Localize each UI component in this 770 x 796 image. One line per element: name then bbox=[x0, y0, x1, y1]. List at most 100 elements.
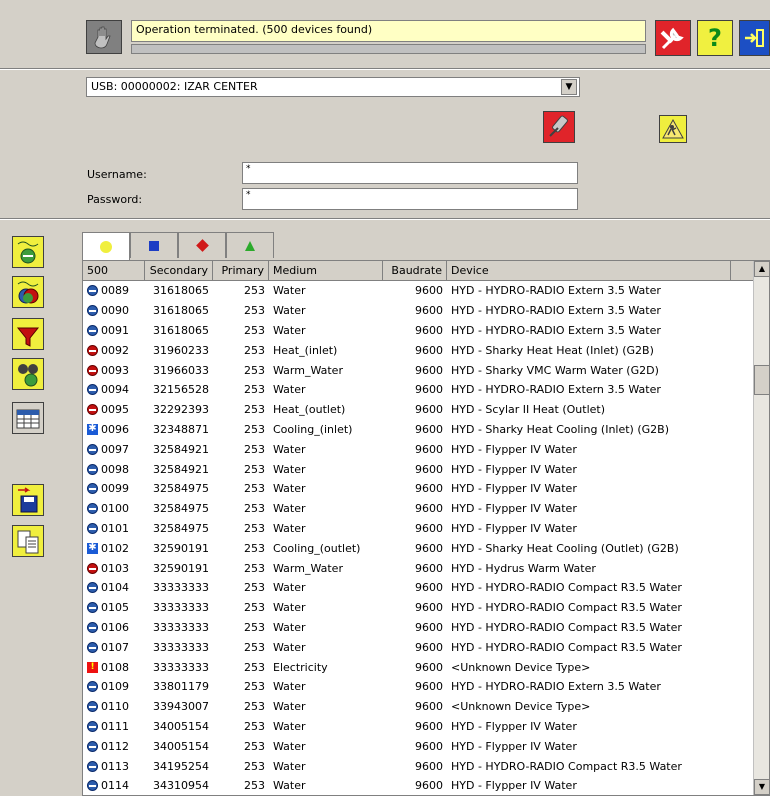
table-row[interactable]: 0106 33333333 253 Water 9600 HYD - HYDRO-RADI… bbox=[83, 618, 769, 638]
device-id-cell: 0095 bbox=[83, 403, 145, 416]
water-meter-icon bbox=[87, 443, 98, 455]
device-id: 0092 bbox=[101, 343, 129, 357]
connection-select[interactable]: USB: 00000002: IZAR CENTER ▼ bbox=[86, 77, 580, 97]
radio-off-button[interactable] bbox=[543, 111, 575, 143]
table-row[interactable]: 0101 32584975 253 Water 9600 HYD - Flypper IV… bbox=[83, 519, 769, 539]
separator bbox=[0, 68, 770, 70]
water-meter-icon bbox=[87, 463, 98, 475]
device-id-cell: 0114 bbox=[83, 779, 145, 792]
separator bbox=[0, 218, 770, 220]
calendar-button[interactable] bbox=[12, 402, 44, 434]
secondary-address: 31618065 bbox=[153, 323, 209, 337]
table-row[interactable]: 0091 31618065 253 Water 9600 HYD - HYDRO-RADI… bbox=[83, 321, 769, 341]
table-row[interactable]: 0092 31960233 253 Heat_(inlet) 9600 HYD - Sha… bbox=[83, 340, 769, 360]
water-meter-icon bbox=[87, 384, 98, 396]
secondary-address: 32584921 bbox=[153, 462, 209, 476]
save-button[interactable] bbox=[12, 484, 44, 516]
cool-meter-icon: ✱ bbox=[87, 541, 98, 554]
primary-address: 253 bbox=[244, 403, 265, 417]
baudrate: 9600 bbox=[415, 323, 443, 337]
device-id: 0109 bbox=[101, 680, 129, 694]
secondary-address: 33943007 bbox=[153, 700, 209, 714]
secondary-address: 33333333 bbox=[153, 660, 209, 674]
table-row[interactable]: ! 0108 33333333 253 Electricity 9600 <Unknown … bbox=[83, 657, 769, 677]
table-row[interactable]: 0100 32584975 253 Water 9600 HYD - Flypper IV… bbox=[83, 499, 769, 519]
table-row[interactable]: 0099 32584975 253 Water 9600 HYD - Flypper IV… bbox=[83, 479, 769, 499]
table-row[interactable]: 0107 33333333 253 Water 9600 HYD - HYDRO-RADI… bbox=[83, 637, 769, 657]
table-row[interactable]: ✱ 0096 32348871 253 Cooling_(inlet) 9600 HYD -… bbox=[83, 420, 769, 440]
table-row[interactable]: 0090 31618065 253 Water 9600 HYD - HYDRO-RADI… bbox=[83, 301, 769, 321]
table-row[interactable]: 0089 31618065 253 Water 9600 HYD - HYDRO-RADI… bbox=[83, 281, 769, 301]
medium: Water bbox=[273, 759, 306, 773]
secondary-address: 31960233 bbox=[153, 343, 209, 357]
baudrate: 9600 bbox=[415, 343, 443, 357]
primary-address: 253 bbox=[244, 363, 265, 377]
device-name: HYD - HYDRO-RADIO Extern 3.5 Water bbox=[451, 383, 661, 397]
stop-button[interactable] bbox=[86, 20, 122, 54]
workman-button[interactable] bbox=[659, 115, 687, 143]
table-row[interactable]: 0113 34195254 253 Water 9600 HYD - HYDRO-RADI… bbox=[83, 756, 769, 776]
device-name: HYD - HYDRO-RADIO Extern 3.5 Water bbox=[451, 323, 661, 337]
device-id: 0103 bbox=[101, 561, 129, 575]
device-id: 0101 bbox=[101, 521, 129, 535]
scroll-down-icon[interactable]: ▼ bbox=[754, 779, 769, 795]
table-row[interactable]: 0098 32584921 253 Water 9600 HYD - Flypper IV… bbox=[83, 459, 769, 479]
tab-blue[interactable] bbox=[130, 232, 178, 258]
help-button[interactable]: ? bbox=[697, 20, 733, 56]
exit-button[interactable] bbox=[739, 20, 770, 56]
read-all-button[interactable] bbox=[12, 276, 44, 308]
device-id-cell: 0101 bbox=[83, 522, 145, 535]
device-id-cell: 0110 bbox=[83, 700, 145, 713]
scroll-thumb[interactable] bbox=[754, 365, 769, 395]
table-row[interactable]: 0093 31966033 253 Warm_Water 9600 HYD - Shark… bbox=[83, 360, 769, 380]
table-row[interactable]: 0111 34005154 253 Water 9600 HYD - Flypper IV… bbox=[83, 717, 769, 737]
col-baudrate[interactable]: Baudrate bbox=[383, 261, 447, 280]
copy-button[interactable] bbox=[12, 525, 44, 557]
col-medium[interactable]: Medium bbox=[269, 261, 383, 280]
device-id: 0107 bbox=[101, 640, 129, 654]
chevron-down-icon[interactable]: ▼ bbox=[561, 79, 577, 95]
col-primary[interactable]: Primary bbox=[213, 261, 269, 280]
table-row[interactable]: 0104 33333333 253 Water 9600 HYD - HYDRO-RADI… bbox=[83, 578, 769, 598]
table-row[interactable]: 0097 32584921 253 Water 9600 HYD - Flypper IV… bbox=[83, 439, 769, 459]
col-secondary[interactable]: Secondary bbox=[145, 261, 213, 280]
scroll-up-icon[interactable]: ▲ bbox=[754, 261, 769, 277]
baudrate: 9600 bbox=[415, 739, 443, 753]
medium: Water bbox=[273, 482, 306, 496]
username-field[interactable]: * bbox=[242, 162, 578, 184]
device-id-cell: 0091 bbox=[83, 324, 145, 337]
secondary-address: 33333333 bbox=[153, 620, 209, 634]
table-row[interactable]: 0110 33943007 253 Water 9600 <Unknown Device … bbox=[83, 697, 769, 717]
search-button[interactable] bbox=[12, 358, 44, 390]
status-message: Operation terminated. (500 devices found… bbox=[131, 20, 646, 42]
medium: Water bbox=[273, 719, 306, 733]
filter-button[interactable] bbox=[12, 318, 44, 350]
device-id-cell: 0109 bbox=[83, 680, 145, 693]
read-devices-button[interactable] bbox=[12, 236, 44, 268]
col-count[interactable]: 500 bbox=[83, 261, 145, 280]
device-id-cell: ✱ 0102 bbox=[83, 542, 145, 555]
primary-address: 253 bbox=[244, 343, 265, 357]
secondary-address: 34005154 bbox=[153, 719, 209, 733]
vertical-scrollbar[interactable]: ▲ ▼ bbox=[753, 261, 769, 795]
tab-green[interactable] bbox=[226, 232, 274, 258]
device-id-cell: 0098 bbox=[83, 463, 145, 476]
table-row[interactable]: 0094 32156528 253 Water 9600 HYD - HYDRO-RADI… bbox=[83, 380, 769, 400]
table-row[interactable]: 0095 32292393 253 Heat_(outlet) 9600 HYD - Sc… bbox=[83, 400, 769, 420]
table-row[interactable]: 0114 34310954 253 Water 9600 HYD - Flypper IV… bbox=[83, 776, 769, 795]
tools-button[interactable] bbox=[655, 20, 691, 56]
table-row[interactable]: 0103 32590191 253 Warm_Water 9600 HYD - Hydru… bbox=[83, 558, 769, 578]
primary-address: 253 bbox=[244, 284, 265, 298]
medium: Water bbox=[273, 680, 306, 694]
tab-all[interactable] bbox=[82, 232, 130, 260]
table-row[interactable]: ✱ 0102 32590191 253 Cooling_(outlet) 9600 HYD … bbox=[83, 538, 769, 558]
tab-red[interactable] bbox=[178, 232, 226, 258]
baudrate: 9600 bbox=[415, 601, 443, 615]
device-id-cell: ! 0108 bbox=[83, 661, 145, 674]
password-field[interactable]: * bbox=[242, 188, 578, 210]
table-row[interactable]: 0105 33333333 253 Water 9600 HYD - HYDRO-RADI… bbox=[83, 598, 769, 618]
water-meter-icon bbox=[87, 720, 98, 732]
col-device[interactable]: Device bbox=[447, 261, 731, 280]
table-row[interactable]: 0112 34005154 253 Water 9600 HYD - Flypper IV… bbox=[83, 736, 769, 756]
table-row[interactable]: 0109 33801179 253 Water 9600 HYD - HYDRO-RADI… bbox=[83, 677, 769, 697]
